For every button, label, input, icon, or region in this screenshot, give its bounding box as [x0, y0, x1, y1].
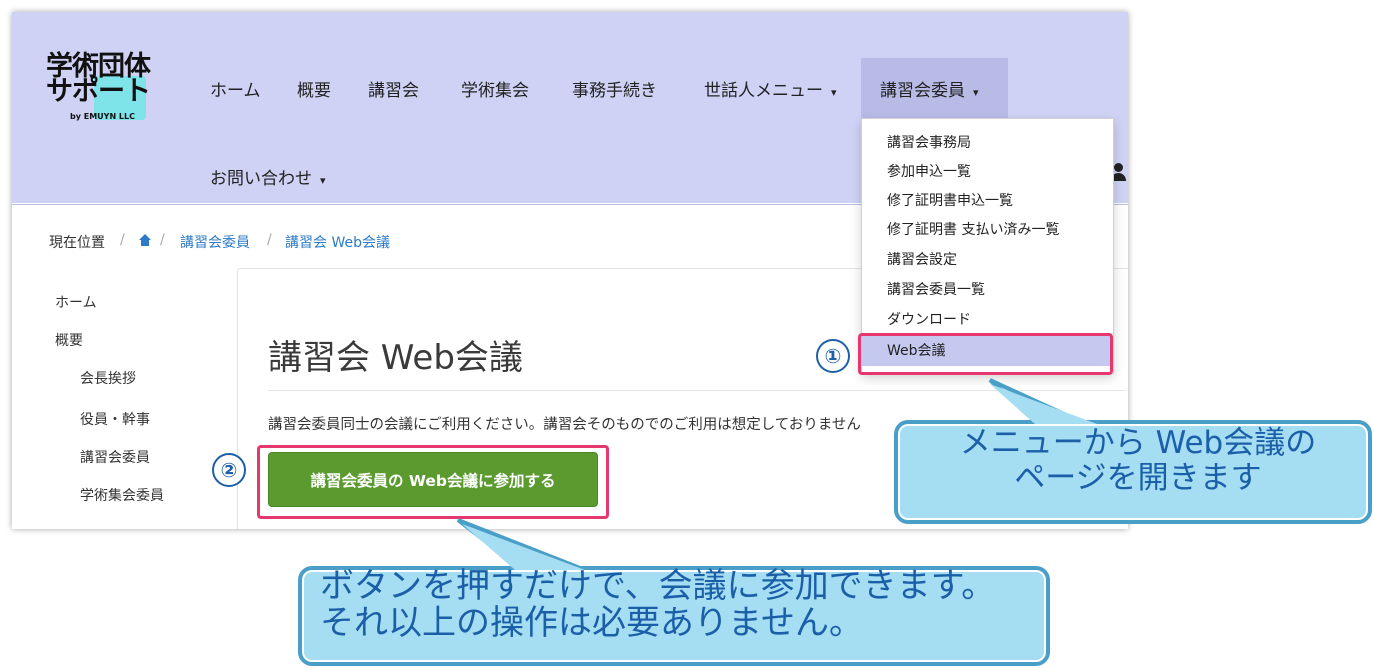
callout-1-text: メニューから Web会議の ページを開きます — [908, 426, 1368, 496]
callout2-tail-fill — [462, 524, 585, 570]
callout-1-line1: メニューから Web会議の — [959, 425, 1317, 461]
callout-2-line2: それ以上の操作は必要ありません。 — [320, 603, 863, 643]
callout1-tail-fill — [990, 384, 1097, 424]
callout-1-line2: ページを開きます — [1014, 460, 1262, 496]
callout-2-line1: ボタンを押すだけで、会議に参加できます。 — [320, 566, 996, 606]
callout-2-text: ボタンを押すだけで、会議に参加できます。 それ以上の操作は必要ありません。 — [300, 568, 1040, 642]
